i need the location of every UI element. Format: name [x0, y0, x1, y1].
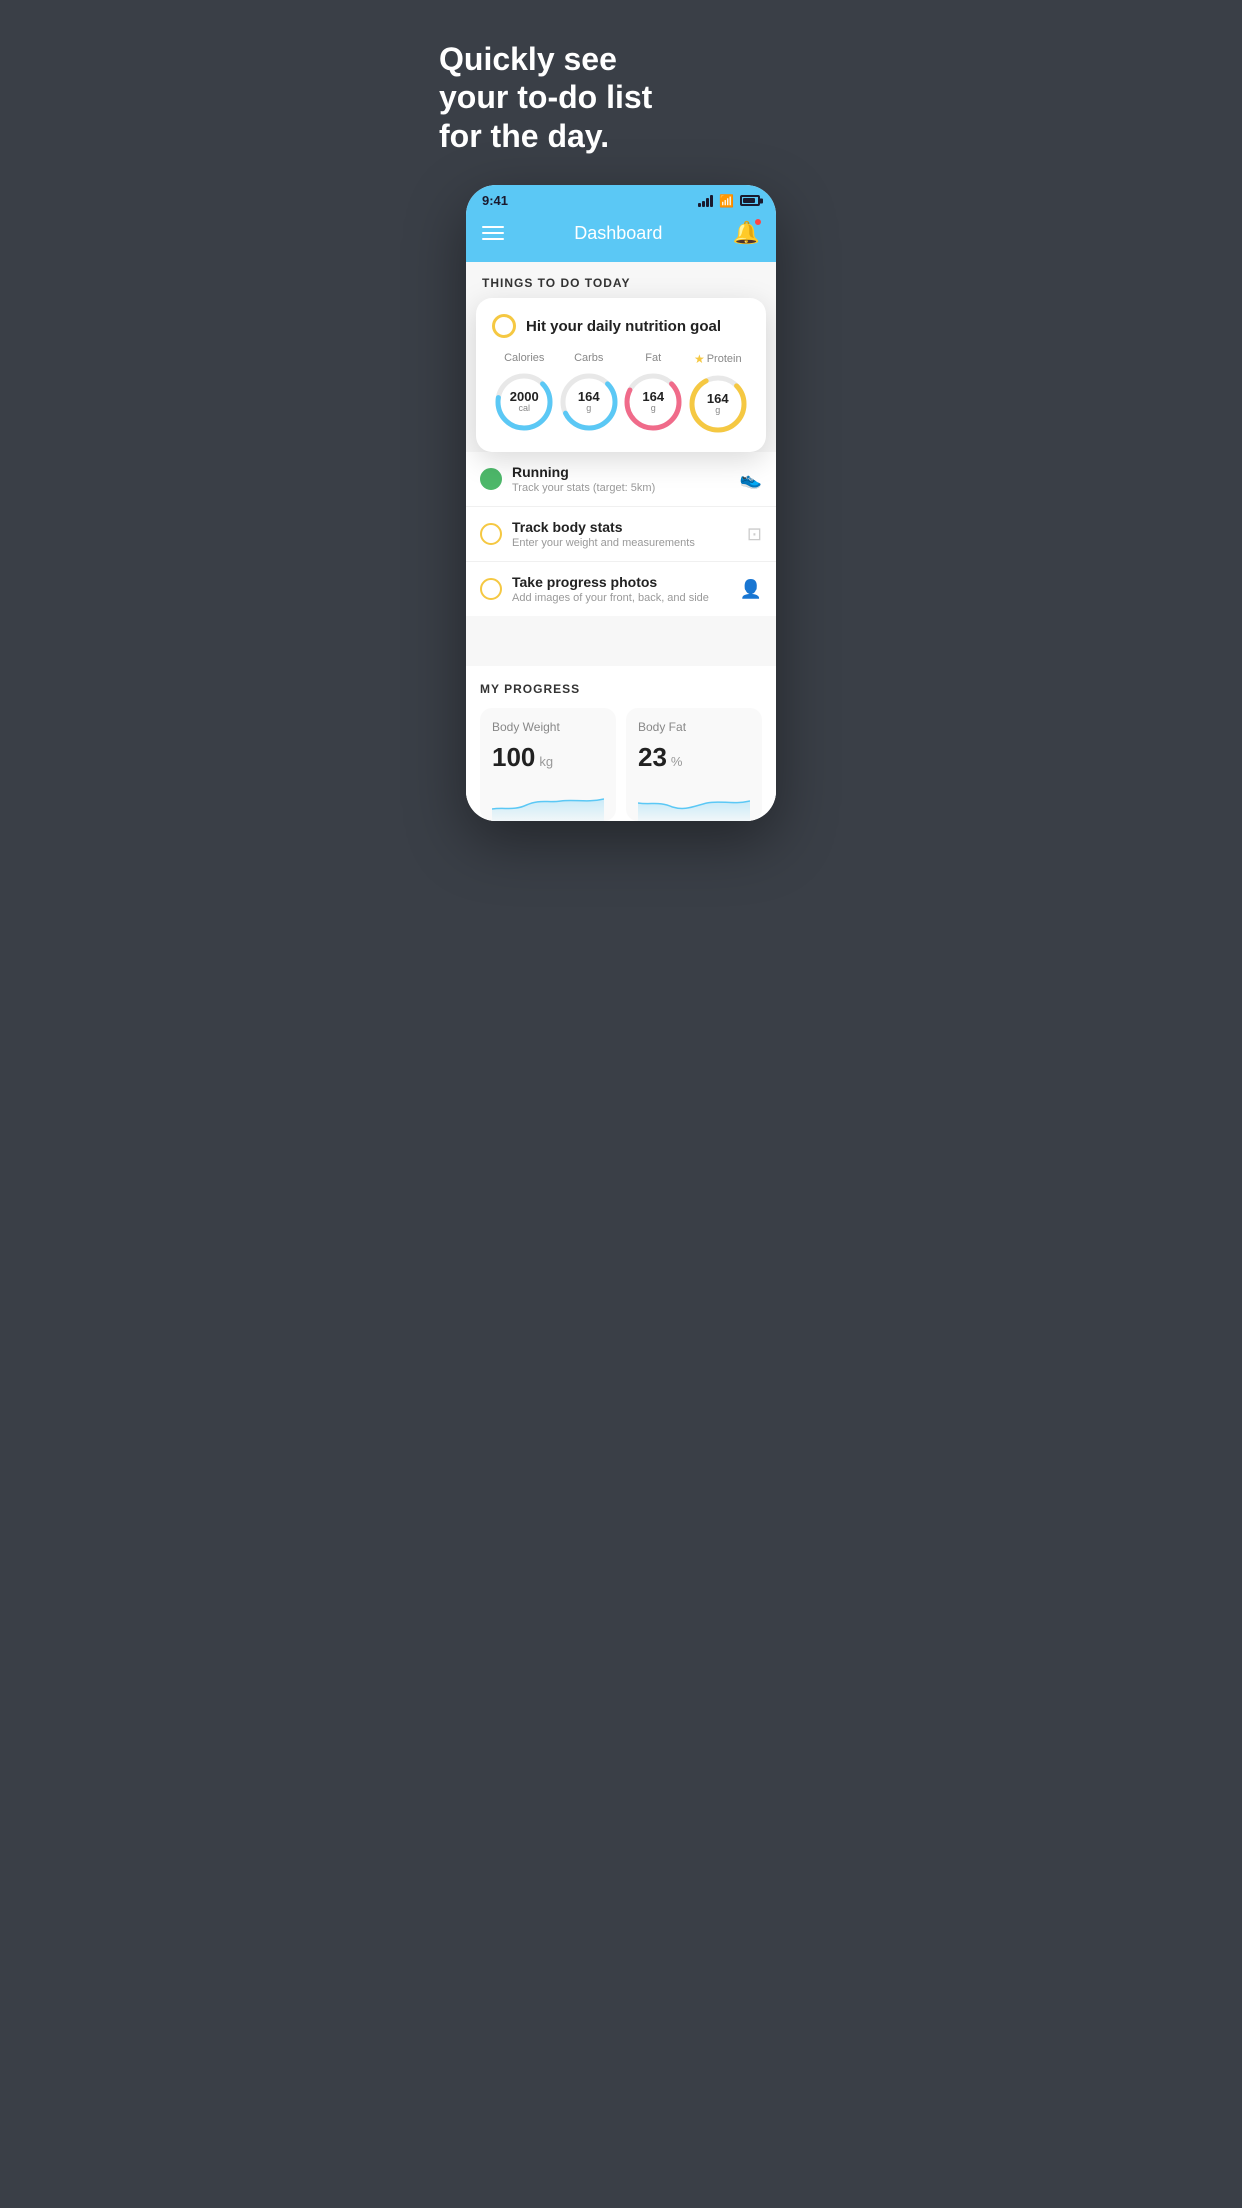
nutrition-circles: Calories 2000 cal [492, 352, 750, 436]
progress-card-weight[interactable]: Body Weight 100 kg [480, 708, 616, 821]
headline: Quickly seeyour to-do listfor the day. [434, 40, 808, 155]
nutrition-item-calories: Calories 2000 cal [492, 352, 556, 434]
fat-value-row: 23 % [638, 742, 750, 773]
status-icons: 📶 [698, 194, 760, 208]
progress-section-title: MY PROGRESS [480, 682, 762, 696]
fat-value: 23 [638, 742, 667, 773]
weight-chart [492, 781, 604, 821]
todo-title-progress-photos: Take progress photos [512, 574, 732, 590]
status-bar: 9:41 📶 [466, 185, 776, 212]
fat-unit: % [671, 754, 683, 769]
app-content: THINGS TO DO TODAY Hit your daily nutrit… [466, 262, 776, 821]
nutrition-card-title: Hit your daily nutrition goal [526, 318, 721, 335]
protein-ring: 164 g [686, 372, 750, 436]
weight-unit: kg [539, 754, 553, 769]
todo-item-progress-photos[interactable]: Take progress photos Add images of your … [466, 562, 776, 616]
person-icon: 👤 [740, 579, 762, 600]
status-time: 9:41 [482, 193, 508, 208]
fat-label: Fat [645, 352, 661, 364]
todo-circle-body-stats [480, 523, 502, 545]
todo-title-running: Running [512, 464, 732, 480]
todo-list: Running Track your stats (target: 5km) 👟… [466, 452, 776, 616]
notification-dot [754, 218, 762, 226]
protein-label-container: ★ Protein [694, 352, 742, 366]
phone-mockup: 9:41 📶 Dashboard 🔔 [466, 185, 776, 821]
progress-section: MY PROGRESS Body Weight 100 kg [466, 666, 776, 821]
carbs-value: 164 g [578, 390, 600, 414]
protein-label: Protein [707, 353, 742, 365]
calories-ring: 2000 cal [492, 370, 556, 434]
nutrition-item-fat: Fat 164 g [621, 352, 685, 434]
header-title: Dashboard [574, 223, 662, 244]
menu-icon[interactable] [482, 226, 504, 240]
todo-text-progress-photos: Take progress photos Add images of your … [512, 574, 732, 604]
running-shoe-icon: 👟 [740, 469, 762, 490]
todo-item-running[interactable]: Running Track your stats (target: 5km) 👟 [466, 452, 776, 507]
todo-circle-progress-photos [480, 578, 502, 600]
nutrition-card[interactable]: Hit your daily nutrition goal Calories [476, 298, 766, 452]
protein-value: 164 g [707, 392, 729, 416]
nutrition-item-carbs: Carbs 164 g [557, 352, 621, 434]
weight-card-title: Body Weight [492, 720, 604, 734]
page-wrapper: Quickly seeyour to-do listfor the day. 9… [414, 0, 828, 851]
fat-value: 164 g [642, 390, 664, 414]
wifi-icon: 📶 [719, 194, 734, 208]
notifications-icon[interactable]: 🔔 [733, 220, 760, 246]
progress-cards: Body Weight 100 kg [480, 708, 762, 821]
nutrition-item-protein: ★ Protein 164 g [686, 352, 750, 436]
fat-chart [638, 781, 750, 821]
todo-item-body-stats[interactable]: Track body stats Enter your weight and m… [466, 507, 776, 562]
todo-circle-running [480, 468, 502, 490]
card-header: Hit your daily nutrition goal [492, 314, 750, 338]
todo-subtitle-progress-photos: Add images of your front, back, and side [512, 592, 732, 604]
todo-circle-nutrition [492, 314, 516, 338]
app-header: Dashboard 🔔 [466, 212, 776, 262]
fat-ring: 164 g [621, 370, 685, 434]
todo-title-body-stats: Track body stats [512, 519, 739, 535]
carbs-ring: 164 g [557, 370, 621, 434]
todo-subtitle-running: Track your stats (target: 5km) [512, 482, 732, 494]
star-icon: ★ [694, 352, 705, 366]
todo-text-body-stats: Track body stats Enter your weight and m… [512, 519, 739, 549]
calories-value: 2000 cal [510, 390, 539, 414]
todo-subtitle-body-stats: Enter your weight and measurements [512, 537, 739, 549]
progress-card-fat[interactable]: Body Fat 23 % [626, 708, 762, 821]
fat-card-title: Body Fat [638, 720, 750, 734]
carbs-label: Carbs [574, 352, 603, 364]
calories-label: Calories [504, 352, 544, 364]
section-title: THINGS TO DO TODAY [466, 262, 776, 298]
weight-value: 100 [492, 742, 535, 773]
todo-text-running: Running Track your stats (target: 5km) [512, 464, 732, 494]
weight-value-row: 100 kg [492, 742, 604, 773]
battery-icon [740, 195, 760, 206]
signal-icon [698, 195, 713, 207]
scale-icon: ⊡ [747, 524, 762, 545]
